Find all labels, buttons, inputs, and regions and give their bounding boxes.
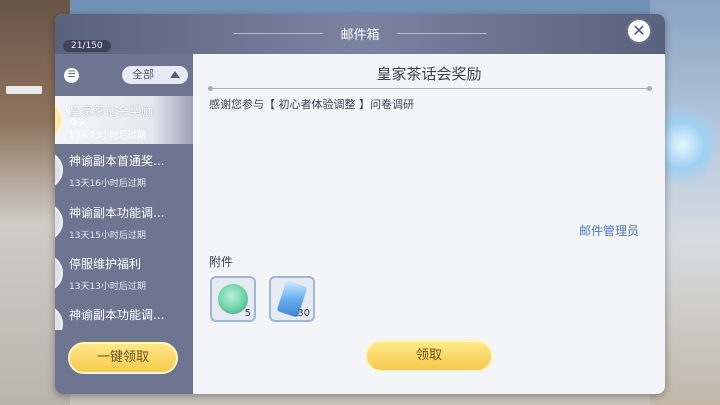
attachments-label: 附件 (209, 255, 234, 269)
mail-list-item[interactable]: 停服维护福利 13天13小时后过期 (55, 249, 193, 297)
attachment-item[interactable]: 5 (210, 276, 256, 322)
gift-icon (55, 254, 63, 292)
close-button[interactable]: ✕ (626, 18, 652, 44)
mail-list-item[interactable]: 神谕副本首通奖... 13天16小时后过期 (55, 146, 193, 194)
attachment-quantity: 30 (297, 308, 310, 319)
gift-icon (55, 151, 63, 189)
background-tag (6, 86, 42, 94)
mail-list-item[interactable]: 皇家茶话会奖励 今天 13天23小时后过期 (55, 96, 193, 144)
mail-detail: 皇家茶话会奖励 感谢您参与【 初心者体验调整 】问卷调研 邮件管理员 附件 5 … (193, 54, 665, 394)
list-icon[interactable]: ☰ (64, 68, 79, 83)
mail-body-text: 感谢您参与【 初心者体验调整 】问卷调研 (209, 98, 414, 111)
mail-item-title: 神谕副本功能调... (69, 206, 165, 220)
mail-detail-title: 皇家茶话会奖励 (376, 65, 482, 83)
mailbox-title: 邮件箱 (340, 28, 380, 43)
mailbox-panel: 邮件箱 21/150 ✕ ☰ 全部 皇家茶话会奖励 今天 13天23小时后过期 … (55, 14, 665, 394)
attachment-quantity: 5 (244, 308, 251, 319)
mail-sender: 邮件管理员 (578, 224, 639, 238)
mail-item-expire: 13天15小时后过期 (69, 231, 146, 241)
filter-label: 全部 (132, 68, 154, 81)
mail-list-sidebar: ☰ 全部 皇家茶话会奖励 今天 13天23小时后过期 神谕副本首通奖... 13… (55, 54, 193, 394)
mail-filter-dropdown[interactable]: 全部 (122, 66, 188, 84)
mail-item-title: 神谕副本功能调... (69, 308, 165, 322)
attachment-item[interactable]: 30 (269, 276, 315, 322)
mail-count-badge: 21/150 (63, 40, 111, 52)
mailbox-header: 邮件箱 21/150 ✕ (55, 14, 665, 54)
gift-icon (55, 203, 63, 241)
mail-item-title: 神谕副本首通奖... (69, 154, 165, 168)
gift-icon (55, 305, 63, 330)
mail-item-expire: 13天13小时后过期 (69, 282, 146, 292)
mail-item-expire: 13天23小时后过期 (69, 131, 146, 141)
mail-item-expire: 13天16小时后过期 (69, 179, 146, 189)
green-slime-token-icon (218, 284, 248, 314)
claim-button[interactable]: 领取 (365, 340, 493, 372)
chevron-up-icon (170, 71, 180, 78)
claim-all-button[interactable]: 一键领取 (68, 342, 178, 374)
mail-item-title: 停服维护福利 (69, 257, 142, 271)
divider (208, 86, 652, 91)
mail-list-item[interactable]: 神谕副本功能调... (55, 300, 193, 330)
gift-icon (55, 101, 63, 139)
header-decoration-right (397, 33, 487, 34)
close-icon: ✕ (632, 21, 646, 40)
mail-list-item[interactable]: 神谕副本功能调... 13天15小时后过期 (55, 198, 193, 246)
